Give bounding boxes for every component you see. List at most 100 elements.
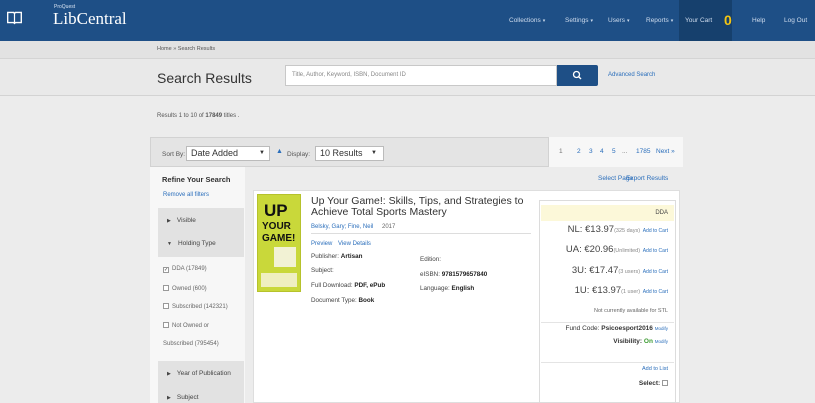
facet-subject-label: Subject [176, 394, 199, 401]
book-year: 2017 [382, 224, 396, 230]
facet-visible-label: Visible [176, 217, 196, 224]
cover-text-line3: GAME! [262, 233, 296, 244]
nav-collections[interactable]: Collections ▾ [509, 0, 545, 41]
document-type-value: Book [358, 297, 375, 304]
page-2[interactable]: 2 [577, 148, 581, 155]
add-to-list-link[interactable]: Add to List [541, 362, 674, 372]
full-download-field: Full Download: PDF, ePub [311, 282, 385, 289]
price-note: (3 users) [618, 269, 641, 275]
divider [311, 233, 531, 234]
checkbox[interactable] [163, 285, 169, 291]
nav-collections-label: Collections [509, 17, 541, 24]
caret-down-icon: ▾ [542, 18, 546, 24]
nav-logout[interactable]: Log Out [784, 0, 807, 41]
publisher-label: Publisher: [311, 253, 340, 260]
nav-users[interactable]: Users ▾ [608, 0, 630, 41]
visibility-value: On [643, 338, 653, 345]
triangle-right-icon: ▶ [167, 218, 171, 224]
visibility-row: Visibility: On Modify [541, 338, 674, 352]
page-4[interactable]: 4 [600, 148, 604, 155]
cart-count-badge: 0 [724, 12, 732, 28]
visibility-label: Visibility: [613, 338, 643, 345]
caret-down-icon: ▾ [670, 18, 674, 24]
caret-down-icon: ▾ [626, 18, 630, 24]
sort-label: Sort By: [162, 151, 186, 158]
full-download-value: PDF, ePub [354, 282, 386, 289]
nav-reports[interactable]: Reports ▾ [646, 0, 673, 41]
refine-title: Refine Your Search [162, 175, 231, 184]
book-title-link[interactable]: Up Your Game!: Skills, Tips, and Strateg… [311, 196, 546, 218]
sort-direction-icon[interactable]: ▲ [276, 148, 283, 155]
page-last[interactable]: 1785 [636, 148, 650, 155]
sort-value: Date Added [191, 148, 239, 158]
holding-option-label: Owned (600) [172, 286, 207, 292]
language-field: Language: English [420, 285, 474, 292]
price-note: (Unlimited) [613, 248, 641, 254]
holding-option-not-owned[interactable]: Not Owned or [163, 322, 209, 329]
book-cover-image[interactable]: UP YOUR GAME! [257, 194, 301, 292]
export-results-link[interactable]: Export Results [626, 175, 668, 182]
add-to-cart-link[interactable]: Add to Cart [643, 248, 668, 254]
facet-year[interactable]: ▶ Year of Publication [158, 361, 244, 387]
nav-help[interactable]: Help [752, 0, 765, 41]
price-label: UA: €20.96 [565, 244, 614, 255]
display-value: 10 Results [320, 148, 363, 158]
cover-graphic [274, 247, 296, 267]
sort-select[interactable]: Date Added ▼ [186, 146, 270, 161]
nav-settings[interactable]: Settings ▾ [565, 0, 593, 41]
holding-option-dda[interactable]: ✓ DDA (17849) [163, 266, 207, 273]
modify-visibility-link[interactable]: Modify [655, 339, 668, 344]
price-row-ua: UA: €20.96(Unlimited) Add to Cart [541, 244, 674, 255]
results-suffix: titles . [222, 113, 240, 119]
dda-tag: DDA [541, 205, 674, 221]
language-value: English [451, 285, 475, 292]
page-title: Search Results [157, 70, 252, 86]
price-label: 1U: €13.97 [574, 285, 622, 296]
triangle-right-icon: ▶ [167, 371, 171, 377]
page-5[interactable]: 5 [612, 148, 616, 155]
search-button[interactable] [557, 65, 598, 86]
facet-holding-type[interactable]: ▼ Holding Type [158, 231, 244, 257]
dropdown-arrow-icon: ▼ [259, 150, 265, 156]
eisbn-value: 9781579657840 [441, 271, 488, 278]
checkbox[interactable] [163, 303, 169, 309]
add-to-cart-link[interactable]: Add to Cart [643, 228, 668, 234]
book-logo-icon [7, 11, 22, 25]
add-to-cart-link[interactable]: Add to Cart [643, 269, 668, 275]
next-page-link[interactable]: Next » [656, 148, 675, 155]
cover-text-line2: YOUR [262, 221, 291, 232]
stl-availability-note: Not currently available for STL [594, 308, 668, 314]
dropdown-arrow-icon: ▼ [371, 150, 377, 156]
checkbox-checked[interactable]: ✓ [163, 267, 169, 273]
document-type-field: Document Type: Book [311, 297, 374, 304]
brand-libcentral[interactable]: LibCentral [53, 9, 127, 29]
price-note: (1 user) [621, 289, 641, 295]
checkbox[interactable] [163, 322, 169, 328]
select-label: Select: [638, 380, 661, 387]
preview-link[interactable]: Preview [311, 241, 332, 247]
search-input[interactable]: Title, Author, Keyword, ISBN, Document I… [285, 65, 557, 86]
edition-field: Edition: [420, 256, 442, 263]
fund-code-value: Psicoesport2016 [601, 325, 653, 332]
book-authors-link[interactable]: Belsky, Gary; Fine, Neil [311, 224, 373, 230]
holding-option-label: DDA (17849) [172, 266, 207, 272]
breadcrumb[interactable]: Home » Search Results [157, 46, 215, 52]
add-to-cart-link[interactable]: Add to Cart [643, 289, 668, 295]
full-download-label: Full Download: [311, 282, 353, 289]
select-row: Select: [541, 380, 674, 387]
page-3[interactable]: 3 [589, 148, 593, 155]
price-label: 3U: €17.47 [571, 265, 619, 276]
view-details-link[interactable]: View Details [338, 241, 371, 247]
holding-option-owned[interactable]: Owned (600) [163, 285, 207, 292]
subject-field: Subject: [311, 267, 334, 274]
caret-down-icon: ▾ [590, 18, 594, 24]
eisbn-label: eISBN: [420, 271, 440, 278]
facet-subject[interactable]: ▶ Subject [158, 385, 244, 403]
holding-option-subscribed[interactable]: Subscribed (142321) [163, 303, 228, 310]
display-select[interactable]: 10 Results ▼ [315, 146, 384, 161]
remove-all-filters-link[interactable]: Remove all filters [163, 192, 209, 198]
select-checkbox[interactable] [662, 380, 668, 386]
display-label: Display: [287, 151, 311, 158]
modify-fund-code-link[interactable]: Modify [655, 326, 668, 331]
advanced-search-link[interactable]: Advanced Search [608, 72, 655, 78]
